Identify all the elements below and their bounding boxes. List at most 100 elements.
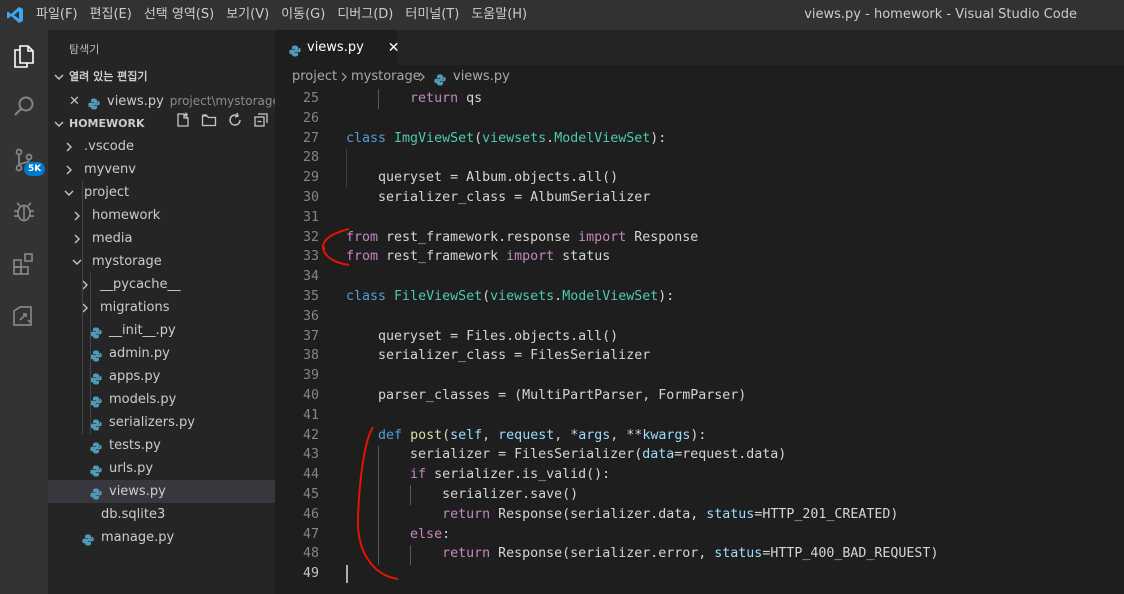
chevron-down-icon (53, 66, 65, 88)
tree-item-label: homework (92, 208, 161, 223)
tree-item-label: urls.py (109, 461, 154, 476)
menu-edit[interactable]: 편집(E) (84, 0, 138, 30)
line-number: 32 (302, 229, 319, 245)
extensions-icon[interactable] (0, 240, 48, 288)
menu-go[interactable]: 이동(G) (275, 0, 331, 30)
code-line: return Response(serializer.error, status… (442, 546, 939, 562)
tree-file[interactable]: urls.py (48, 457, 275, 480)
remote-icon[interactable] (0, 292, 48, 340)
breadcrumb: project mystorage views.py (275, 65, 1124, 89)
line-number: 27 (302, 130, 319, 146)
menu-terminal[interactable]: 터미널(T) (399, 0, 465, 30)
python-file-icon (90, 462, 102, 477)
python-file-icon (90, 485, 102, 500)
tree-item-label: tests.py (109, 438, 161, 453)
tree-item-label: manage.py (101, 530, 175, 545)
workspace-header[interactable]: HOMEWORK (48, 112, 275, 136)
chevron-right-icon (63, 135, 75, 158)
line-number: 34 (302, 269, 319, 285)
line-number: 46 (302, 506, 319, 522)
scm-badge: 5K (24, 162, 46, 176)
code-line: serializer_class = AlbumSerializer (346, 190, 651, 205)
line-number: 40 (302, 388, 319, 403)
code-line: if serializer.is_valid(): (410, 467, 611, 483)
tree-file[interactable]: views.py (48, 480, 275, 503)
python-file-icon (90, 439, 102, 454)
code-line: queryset = Album.objects.all() (346, 170, 619, 186)
line-number: 39 (302, 368, 319, 384)
code-editor[interactable]: 25 26 27 28 29 30 31 32 33 34 35 36 37 38 39 40 41 42 43 44… (275, 89, 1124, 594)
sidebar-title: 탐색기 (69, 43, 100, 56)
line-number: 36 (302, 308, 319, 324)
menu-selection[interactable]: 선택 영역(S) (138, 0, 220, 30)
tree-folder[interactable]: myvenv (48, 158, 275, 181)
vscode-logo-icon (0, 0, 30, 30)
open-editors-header[interactable]: 열려 있는 편집기 (48, 66, 275, 88)
code-line: class FileViewSet(viewsets.ModelViewSet)… (346, 289, 675, 304)
explorer-icon[interactable] (0, 32, 48, 80)
tab-views-py[interactable]: views.py ✕ (275, 30, 400, 65)
tree-item-label: __pycache__ (100, 277, 181, 292)
line-number: 45 (302, 487, 319, 502)
tree-item-label: apps.py (109, 369, 161, 384)
tree-file[interactable]: manage.py (48, 526, 275, 549)
new-folder-icon[interactable] (201, 112, 217, 136)
tree-item-label: mystorage (92, 254, 162, 269)
refresh-icon[interactable] (227, 112, 243, 136)
tree-item-label: serializers.py (109, 415, 195, 430)
debug-icon[interactable] (0, 188, 48, 236)
tree-item-label: .vscode (84, 139, 134, 154)
tab-bar: views.py ✕ (275, 30, 1124, 65)
menu-file[interactable]: 파일(F) (30, 0, 84, 30)
text-cursor (346, 565, 348, 583)
tree-file[interactable]: db.sqlite3 (48, 503, 275, 526)
breadcrumb-mystorage[interactable]: mystorage (351, 65, 421, 89)
close-icon[interactable]: ✕ (69, 90, 80, 113)
code-line: queryset = Files.objects.all() (346, 328, 619, 344)
tab-close-icon[interactable]: ✕ (388, 40, 400, 56)
code-line: else: (410, 526, 451, 542)
code-line: return qs (410, 91, 483, 106)
tree-indent-guide (90, 273, 91, 434)
tree-file[interactable]: tests.py (48, 434, 275, 457)
workspace-name: HOMEWORK (69, 117, 145, 130)
title-bar: 파일(F) 편집(E) 선택 영역(S) 보기(V) 이동(G) 디버그(D) … (0, 0, 1124, 30)
breadcrumb-file[interactable]: views.py (453, 65, 510, 89)
tree-item-label: __init__.py (109, 323, 176, 338)
tree-item-label: views.py (109, 484, 166, 499)
line-number: 26 (302, 110, 319, 126)
menu-debug[interactable]: 디버그(D) (331, 0, 399, 30)
code-line: def post(self, request, *args, **kwargs)… (378, 427, 707, 443)
tree-item-label: myvenv (84, 162, 136, 177)
line-number: 44 (302, 467, 319, 483)
menu-view[interactable]: 보기(V) (220, 0, 275, 30)
collapse-all-icon[interactable] (253, 112, 269, 136)
menu-help[interactable]: 도움말(H) (465, 0, 533, 30)
line-number: 31 (302, 209, 319, 225)
line-number: 35 (302, 289, 319, 304)
python-file-icon (88, 95, 100, 110)
new-file-icon[interactable] (175, 112, 191, 136)
line-number: 25 (302, 91, 319, 106)
code-line: serializer = FilesSerializer(data=reques… (346, 447, 787, 463)
python-file-icon (82, 531, 94, 546)
tree-folder[interactable]: .vscode (48, 135, 275, 158)
source-control-icon[interactable]: 5K (0, 136, 48, 184)
tab-label: views.py (307, 40, 364, 55)
code-line: return Response(serializer.data, status=… (442, 506, 899, 522)
tree-item-label: models.py (109, 392, 177, 407)
open-editor-filename: views.py (107, 94, 164, 109)
code-line: serializer.save() (346, 487, 579, 502)
breadcrumb-project[interactable]: project (292, 65, 337, 89)
tree-item-label: media (92, 231, 133, 246)
line-number: 49 (302, 566, 319, 582)
python-file-icon (289, 42, 301, 56)
open-editor-item[interactable]: ✕ views.py project\mystorage (48, 90, 280, 113)
tree-item-label: project (84, 185, 130, 200)
search-icon[interactable] (0, 83, 48, 131)
tree-indent-guide (82, 181, 83, 434)
line-number: 47 (302, 526, 319, 542)
tree-item-label: migrations (100, 300, 170, 315)
line-number: 48 (302, 546, 319, 562)
window-title: views.py - homework - Visual Studio Code (804, 7, 1077, 22)
